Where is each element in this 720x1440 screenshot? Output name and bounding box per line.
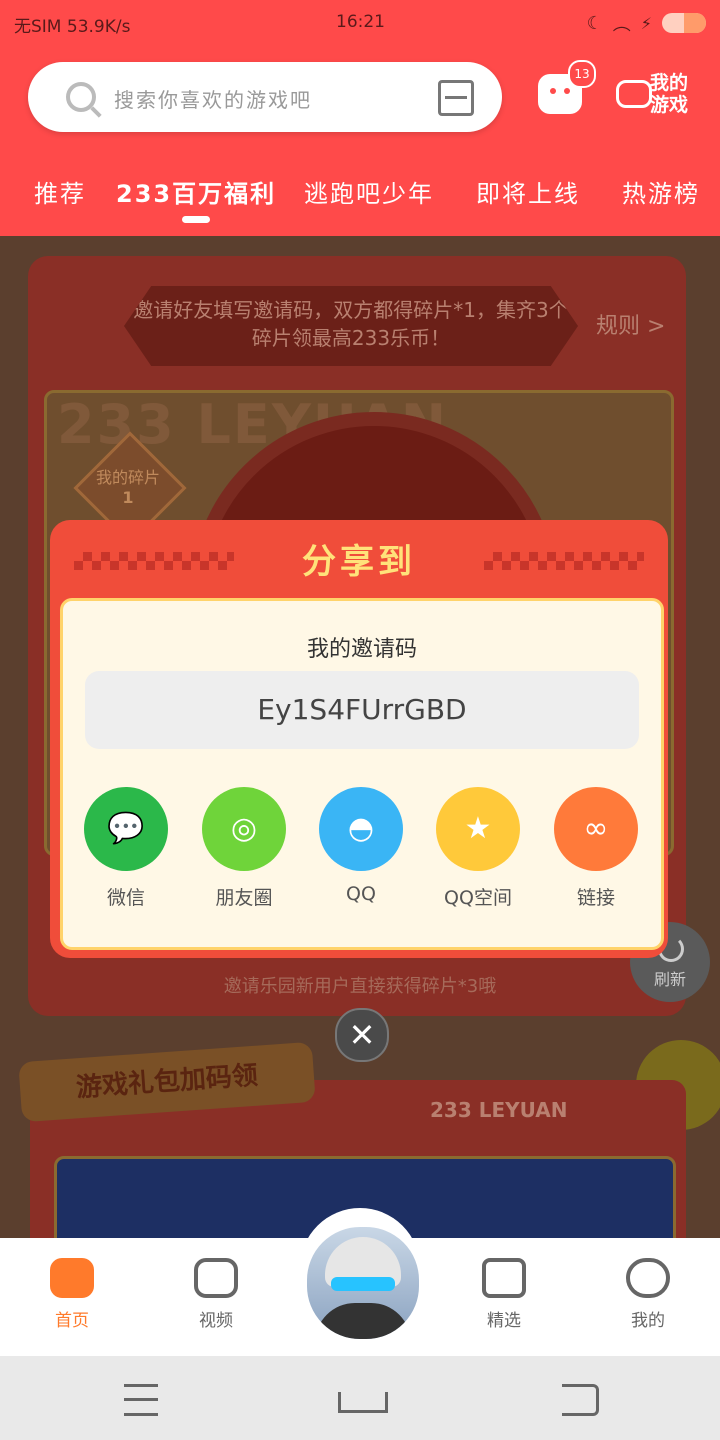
tab-recommend[interactable]: 推荐 [34, 174, 86, 209]
share-modal: 分享到 我的邀请码 Ey1S4FUrrGBD 💬 微信 ◎ 朋友圈 ◓ QQ ★… [50, 520, 668, 958]
status-bar: 无SIM 53.9K/s 16:21 ☾ ︵ ⚡ [0, 0, 720, 50]
invite-banner: 邀请好友填写邀请码，双方都得碎片*1，集齐3个碎片领最高233乐币！ [124, 286, 578, 366]
wechat-icon: 💬 [84, 787, 168, 871]
tab-hot-games[interactable]: 热游榜 [622, 174, 700, 209]
system-nav-bar [0, 1356, 720, 1440]
rules-link[interactable]: 规则 > [596, 308, 665, 340]
link-icon: ∞ [554, 787, 638, 871]
tab-run-boy[interactable]: 逃跑吧少年 [304, 174, 434, 209]
my-games-line-1: 我的 [650, 72, 689, 94]
search-input[interactable]: 搜索你喜欢的游戏吧 [114, 84, 312, 113]
message-eye-left [550, 88, 556, 94]
my-games-button[interactable]: 我的 游戏 [616, 70, 706, 120]
my-fragments: 我的碎片 1 [88, 464, 168, 507]
share-qzone[interactable]: ★ QQ空间 [435, 787, 521, 910]
invite-code-label: 我的邀请码 [306, 637, 417, 662]
scan-icon[interactable] [438, 80, 474, 116]
moments-icon: ◎ [202, 787, 286, 871]
nav-home-label: 首页 [55, 1311, 89, 1331]
share-link-label: 链接 [576, 887, 615, 909]
controller-icon [616, 80, 652, 108]
share-qq-label: QQ [346, 883, 376, 905]
modal-title: 分享到 [302, 542, 416, 582]
invite-hint: 邀请乐园新用户直接获得碎片*3哦 [223, 976, 497, 997]
search-bar[interactable]: 搜索你喜欢的游戏吧 [28, 62, 502, 132]
menu-icon[interactable] [124, 1384, 158, 1416]
nav-video-label: 视频 [199, 1311, 233, 1331]
my-games-label: 我的 游戏 [650, 72, 688, 116]
home-icon[interactable] [338, 1392, 388, 1413]
tab-coming-soon[interactable]: 即将上线 [476, 174, 580, 209]
my-games-line-2: 游戏 [650, 94, 689, 116]
face-icon [626, 1258, 670, 1298]
modal-content: 我的邀请码 Ey1S4FUrrGBD 💬 微信 ◎ 朋友圈 ◓ QQ ★ QQ空… [60, 598, 664, 950]
refresh-label: 刷新 [653, 970, 686, 989]
share-moments-label: 朋友圈 [215, 887, 273, 909]
qzone-icon: ★ [436, 787, 520, 871]
avatar-body [315, 1303, 411, 1339]
share-link[interactable]: ∞ 链接 [553, 787, 639, 910]
back-icon[interactable] [562, 1384, 599, 1416]
heart-icon [482, 1258, 526, 1298]
charging-icon: ⚡ [640, 13, 652, 33]
message-badge: 13 [568, 60, 596, 88]
my-fragments-count: 1 [122, 488, 134, 507]
close-modal-button[interactable]: ✕ [335, 1008, 389, 1062]
carrier-network: 无SIM 53.9K/s [14, 17, 131, 37]
avatar[interactable] [304, 1224, 422, 1342]
moon-icon: ☾ [586, 12, 603, 34]
search-icon [66, 82, 96, 112]
message-eye-right [564, 88, 570, 94]
share-qq[interactable]: ◓ QQ [318, 787, 404, 905]
nav-home[interactable]: 首页 [32, 1258, 112, 1331]
active-tab-indicator [182, 216, 210, 223]
share-wechat-label: 微信 [106, 887, 145, 909]
status-icons: ☾ ︵ ⚡ [587, 10, 706, 36]
qq-icon: ◓ [319, 787, 403, 871]
avatar-visor [331, 1277, 395, 1291]
video-icon [194, 1258, 238, 1298]
nav-featured[interactable]: 精选 [464, 1258, 544, 1331]
banner-text: 邀请好友填写邀请码，双方都得碎片*1，集齐3个碎片领最高233乐币！ [133, 298, 569, 350]
nav-me[interactable]: 我的 [608, 1258, 688, 1331]
nav-featured-label: 精选 [487, 1311, 521, 1331]
category-tabs: 推荐 233百万福利 逃跑吧少年 即将上线 热游榜 [0, 170, 720, 220]
gamepad-icon [50, 1258, 94, 1298]
my-fragments-label: 我的碎片 [95, 468, 160, 487]
wifi-icon: ︵ [612, 14, 631, 35]
tab-233-welfare[interactable]: 233百万福利 [116, 174, 276, 209]
invite-code-field[interactable]: Ey1S4FUrrGBD [85, 671, 639, 749]
battery-icon [662, 13, 706, 33]
clock: 16:21 [336, 12, 385, 32]
share-wechat[interactable]: 💬 微信 [83, 787, 169, 910]
share-moments[interactable]: ◎ 朋友圈 [201, 787, 287, 910]
share-qzone-label: QQ空间 [444, 887, 512, 909]
nav-video[interactable]: 视频 [176, 1258, 256, 1331]
gift-brand: 233 LEYUAN [430, 1098, 568, 1122]
nav-me-label: 我的 [631, 1311, 665, 1331]
